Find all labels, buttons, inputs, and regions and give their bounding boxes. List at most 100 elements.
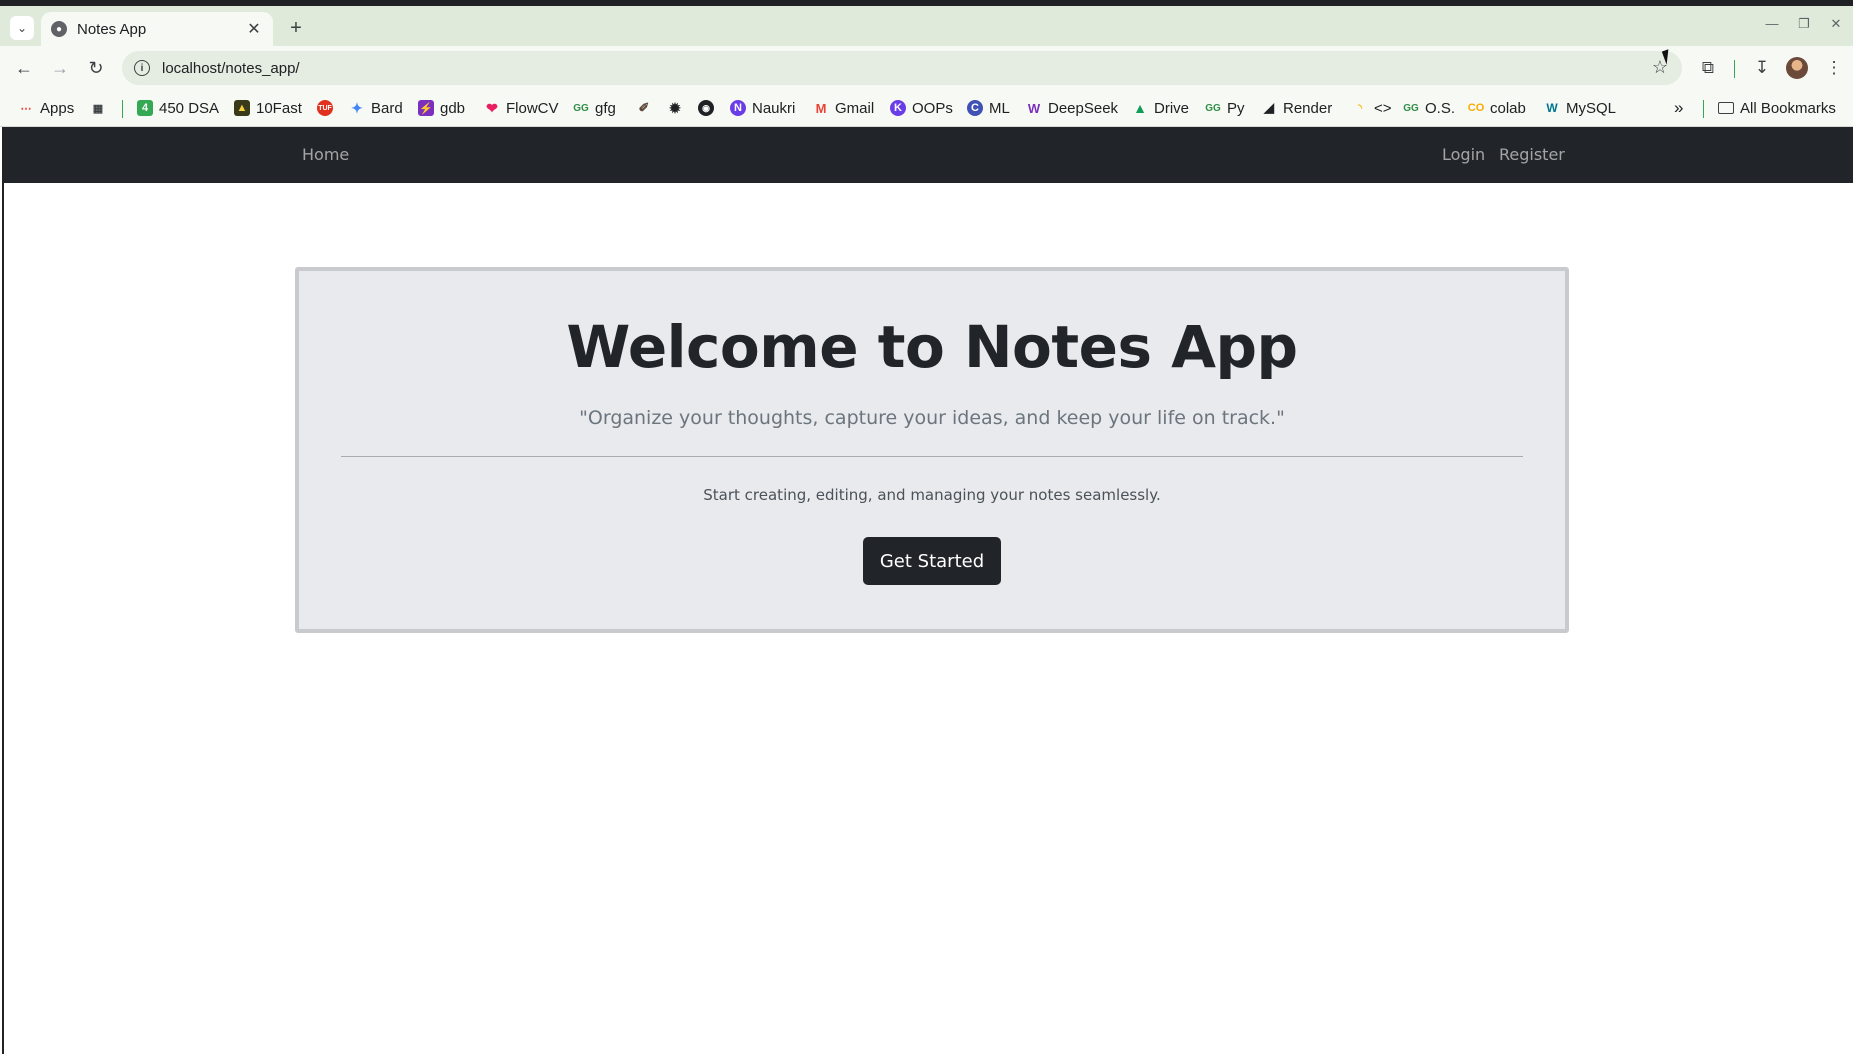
bookmark-os[interactable]: GG O.S. [1403,98,1455,118]
bookmark-label: <> [1374,99,1392,117]
bookmark-label: Gmail [835,99,875,117]
folder-icon [1718,102,1734,114]
bookmark-gdb[interactable]: ⚡ gdb [418,98,465,118]
os-gfg-icon: GG [1403,102,1419,114]
bookmarks-overflow-chevron-icon[interactable]: » [1674,98,1683,118]
nav-login-link[interactable]: Login [1442,145,1485,164]
ml-icon: C [967,100,983,116]
all-bookmarks[interactable]: All Bookmarks [1718,98,1836,118]
toolbar-divider [1734,60,1735,78]
bookmark-label: 10Fast [256,99,302,117]
download-icon[interactable]: ↧ [1750,56,1774,80]
address-url[interactable]: localhost/notes_app/ [162,60,300,77]
bookmark-label: Apps [40,99,75,117]
welcome-jumbotron: Welcome to Notes App "Organize your thou… [295,267,1569,633]
bookmark-code[interactable]: ◝ <> [1352,98,1392,118]
gfg-icon: GG [573,102,589,114]
bookmark-render[interactable]: ◢ Render [1261,98,1332,118]
reload-icon[interactable]: ↻ [84,56,108,80]
bookmarks-divider [122,100,123,118]
bookmark-flowcv[interactable]: ❤ FlowCV [484,98,559,118]
globe-icon: ● [51,21,67,37]
browser-chrome: ⌄ ● Notes App ✕ + — ❐ ✕ ← → ↻ i localhos… [0,0,1853,127]
bookmark-oops[interactable]: K OOPs [890,98,953,118]
openai-icon: ✹ [669,99,681,116]
bookmark-gfg[interactable]: GG gfg [573,98,616,118]
new-tab-plus-icon[interactable]: + [284,16,308,40]
bookmark-label: gfg [595,99,616,117]
bookmark-colab[interactable]: CO colab [1468,98,1526,118]
bookmark-bard[interactable]: ✦ Bard [349,98,403,118]
forward-arrow-icon[interactable]: → [48,56,72,80]
nav-home-link[interactable]: Home [302,145,349,164]
bookmark-label: DeepSeek [1048,99,1119,117]
bookmark-gmail[interactable]: M Gmail [813,98,875,118]
bookmark-github[interactable]: ◉ [698,98,720,118]
bookmark-naukri[interactable]: N Naukri [730,98,795,118]
bookmark-ml[interactable]: C ML [967,98,1010,118]
extensions-puzzle-icon[interactable]: ⧉ [1696,56,1720,80]
all-bookmarks-label: All Bookmarks [1740,99,1836,117]
nav-register-link[interactable]: Register [1499,145,1565,164]
grid-icon: ▦ [92,102,104,115]
gdb-icon: ⚡ [418,100,434,116]
bookmark-apps[interactable]: ⋯ Apps [18,98,75,118]
hero-quote: "Organize your thoughts, capture your id… [579,407,1285,429]
bookmark-deepseek[interactable]: W DeepSeek [1026,98,1118,118]
py-gfg-icon: GG [1205,102,1221,114]
github-icon: ◉ [698,100,714,116]
profile-avatar[interactable] [1786,57,1808,79]
bookmark-drive[interactable]: ▲ Drive [1132,98,1189,118]
render-icon: ◢ [1264,100,1274,115]
450-dsa-icon: 4 [137,100,153,116]
tuf-icon: TUF [317,100,333,116]
oops-icon: K [890,100,906,116]
10fast-icon: ▲ [234,100,250,116]
tab-title: Notes App [77,20,147,38]
bookmark-py[interactable]: GG Py [1205,98,1245,118]
site-info-icon[interactable]: i [134,60,150,76]
bookmarks-divider [1703,100,1704,118]
colab-icon: CO [1467,102,1485,114]
bookmark-openai[interactable]: ✹ [667,98,689,118]
tab-notes-app[interactable]: ● Notes App ✕ [41,12,273,46]
bookmark-label: OOPs [912,99,953,117]
app-navbar: Home Login Register [4,127,1853,183]
page-title: Welcome to Notes App [566,313,1298,381]
bookmark-label: Bard [371,99,403,117]
close-tab-icon[interactable]: ✕ [245,19,263,39]
bookmark-codechef[interactable]: ✐ [636,98,658,118]
bookmark-label: FlowCV [506,99,559,117]
bookmarks-bar: ⋯ Apps ▦ 4 450 DSA ▲ 10Fast TUF ✦ Bard ⚡… [0,90,1853,127]
bookmark-10fast[interactable]: ▲ 10Fast [234,98,302,118]
flowcv-icon: ❤ [486,99,498,116]
bookmark-label: gdb [440,99,466,117]
tab-search-chevron-icon[interactable]: ⌄ [10,16,34,40]
bookmark-label: MySQL [1566,99,1617,117]
bookmark-label: colab [1490,99,1526,117]
browser-toolbar: ← → ↻ i localhost/notes_app/ ☆ ⧉ ↧ ⋮ [0,46,1853,90]
bookmark-mysql[interactable]: W MySQL [1544,98,1616,118]
hero-divider [341,456,1523,457]
bookmark-label: Py [1227,99,1245,117]
page-viewport: Home Login Register Welcome to Notes App… [2,127,1853,1054]
kebab-menu-icon[interactable]: ⋮ [1822,56,1846,80]
codechef-icon: ✐ [638,100,650,115]
restore-icon[interactable]: ❐ [1794,16,1814,32]
bookmark-label: Render [1283,99,1333,117]
hero-description: Start creating, editing, and managing yo… [703,486,1161,504]
bookmark-450-dsa[interactable]: 4 450 DSA [137,98,219,118]
address-bar[interactable]: i localhost/notes_app/ ☆ [122,51,1682,85]
mysql-icon: W [1546,101,1558,115]
bookmark-label: O.S. [1425,99,1456,117]
close-window-icon[interactable]: ✕ [1826,16,1846,32]
bookmark-grid[interactable]: ▦ [90,98,112,118]
back-arrow-icon[interactable]: ← [12,56,36,80]
bookmark-label: 450 DSA [159,99,220,117]
get-started-button[interactable]: Get Started [863,537,1001,585]
apps-grid-icon: ⋯ [20,102,32,115]
bookmark-label: ML [989,99,1010,117]
drive-icon: ▲ [1133,100,1147,116]
minimize-icon[interactable]: — [1762,16,1782,31]
bookmark-tuf[interactable]: TUF [317,98,339,118]
